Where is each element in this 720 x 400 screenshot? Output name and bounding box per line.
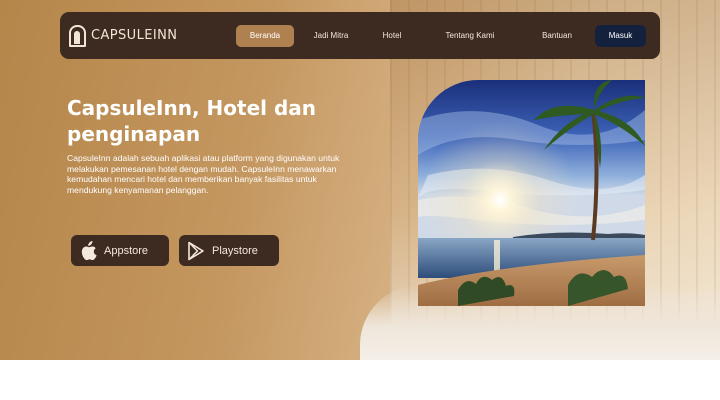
- playstore-label: Playstore: [212, 244, 258, 257]
- navbar: CAPSULEINN Beranda Jadi Mitra Hotel Tent…: [60, 12, 660, 59]
- nav-item-jadi-mitra[interactable]: Jadi Mitra: [299, 25, 363, 47]
- brand-logo[interactable]: CAPSULEINN: [69, 24, 178, 47]
- apple-icon: [78, 240, 98, 262]
- hero-description: CapsuleInn adalah sebuah aplikasi atau p…: [67, 153, 340, 195]
- nav-links: Beranda Jadi Mitra Hotel Tentang Kami Ba…: [236, 12, 584, 59]
- hero-section: CAPSULEINN Beranda Jadi Mitra Hotel Tent…: [0, 0, 720, 360]
- nav-item-bantuan[interactable]: Bantuan: [530, 25, 584, 47]
- login-button[interactable]: Masuk: [595, 25, 646, 47]
- brand-name: CAPSULEINN: [91, 28, 178, 43]
- appstore-button[interactable]: Appstore: [71, 235, 169, 266]
- playstore-button[interactable]: Playstore: [179, 235, 279, 266]
- beach-sunset-photo: [418, 80, 645, 306]
- nav-item-hotel[interactable]: Hotel: [372, 25, 412, 47]
- play-store-icon: [186, 240, 206, 262]
- capsule-logo-icon: [69, 24, 86, 47]
- hero-title: CapsuleInn, Hotel dan penginapan: [67, 96, 317, 146]
- nav-item-tentang-kami[interactable]: Tentang Kami: [430, 25, 510, 47]
- appstore-label: Appstore: [104, 244, 149, 257]
- nav-item-beranda[interactable]: Beranda: [236, 24, 294, 47]
